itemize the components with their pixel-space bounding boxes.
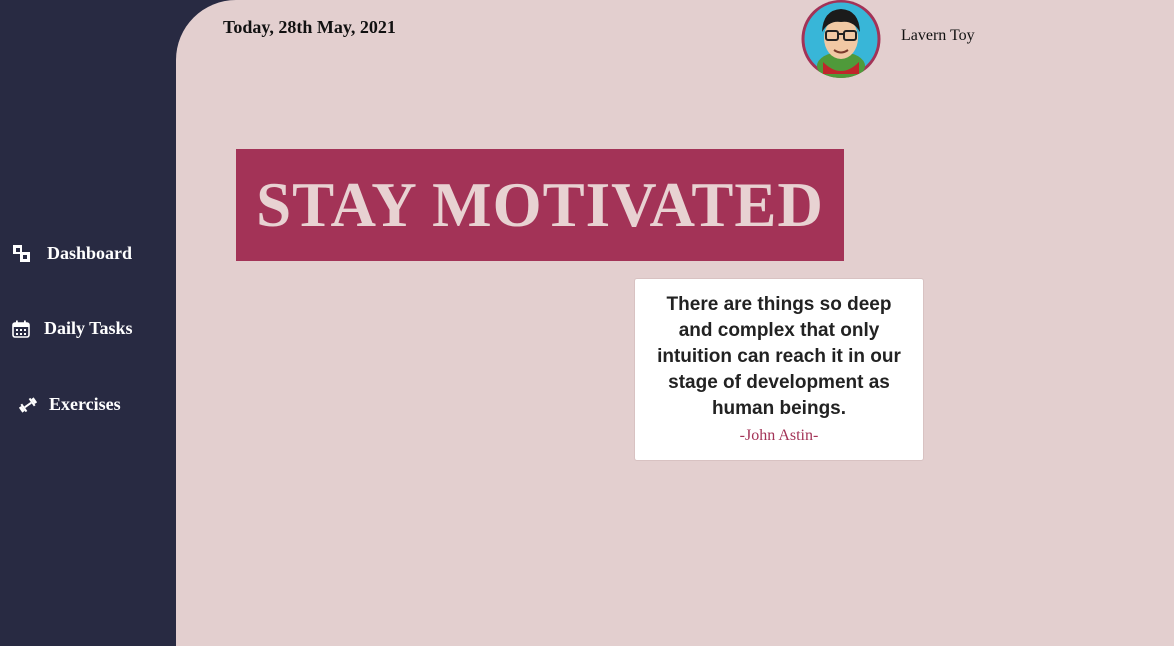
- quote-text: There are things so deep and complex tha…: [657, 294, 901, 419]
- sidebar-item-dashboard[interactable]: Dashboard: [13, 243, 132, 264]
- dashboard-icon: [13, 244, 31, 263]
- sidebar-item-daily-tasks[interactable]: Daily Tasks: [12, 318, 133, 339]
- sidebar: Dashboard Daily Tasks Exercises: [0, 0, 176, 646]
- quote-card: There are things so deep and complex tha…: [634, 278, 924, 461]
- calendar-icon: [12, 320, 30, 338]
- user-name[interactable]: Lavern Toy: [901, 27, 975, 45]
- sidebar-item-exercises[interactable]: Exercises: [18, 394, 121, 415]
- motivation-banner: STAY MOTIVATED: [236, 149, 844, 261]
- current-date: Today, 28th May, 2021: [223, 17, 396, 37]
- sidebar-item-label: Daily Tasks: [44, 318, 133, 338]
- quote-author: -John Astin-: [739, 427, 819, 444]
- sidebar-item-label: Exercises: [49, 394, 121, 414]
- banner-title: STAY MOTIVATED: [256, 169, 824, 240]
- avatar[interactable]: [801, 0, 881, 78]
- dumbbell-icon: [18, 396, 38, 414]
- sidebar-item-label: Dashboard: [47, 243, 133, 263]
